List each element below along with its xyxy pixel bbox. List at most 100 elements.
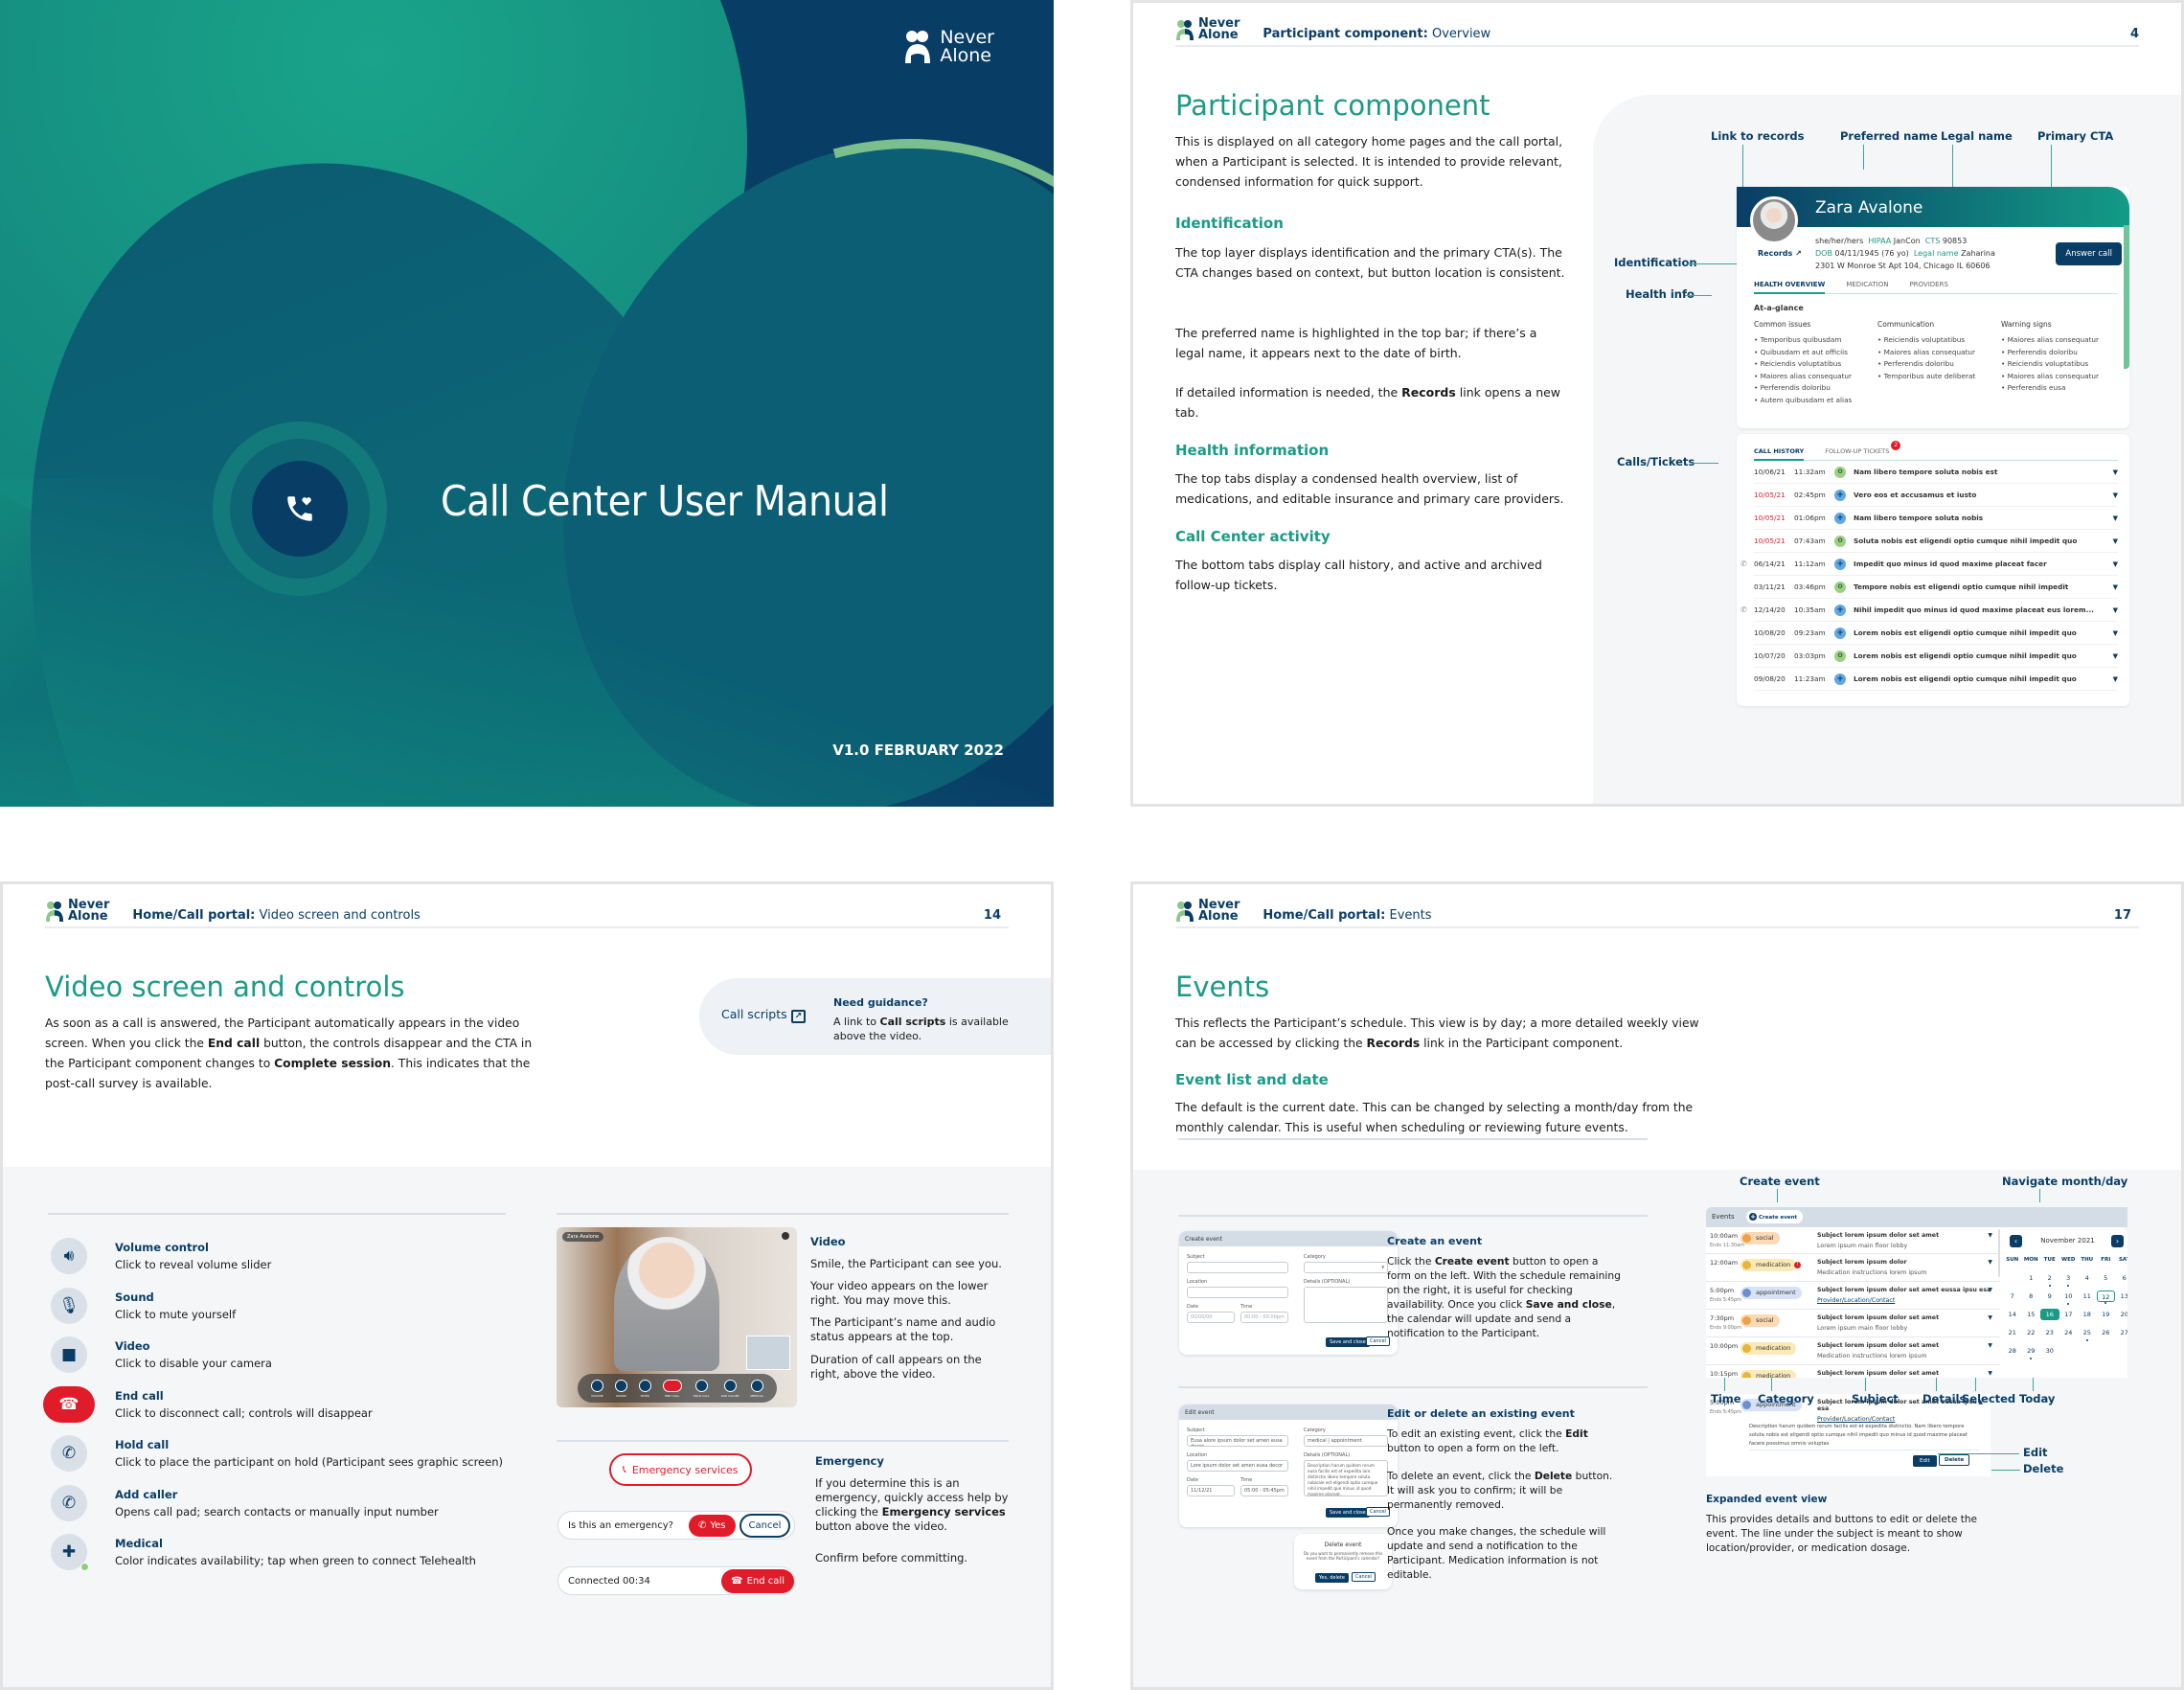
time-input[interactable]: 05:00 - 05:45pm — [1240, 1485, 1288, 1496]
calendar-day[interactable]: 25 — [2078, 1327, 2097, 1341]
chevron-down-icon[interactable]: ▼ — [1988, 1342, 1992, 1349]
chevron-down-icon[interactable]: ▼ — [2104, 606, 2118, 614]
history-row[interactable]: 03/11/21 03:46pm O Tempore nobis est eligen… — [1754, 576, 2118, 599]
calendar-day[interactable]: 11 — [2078, 1290, 2097, 1302]
calendar-day[interactable]: 4 — [2078, 1272, 2097, 1284]
tab-health-overview[interactable]: HEALTH OVERVIEW — [1754, 281, 1826, 294]
chevron-down-icon[interactable]: ▼ — [2104, 491, 2118, 499]
video-camera-icon[interactable]: ■ — [51, 1336, 87, 1373]
calendar-day[interactable]: 30 — [2040, 1345, 2059, 1357]
video-bar-control[interactable]: SOUND — [614, 1379, 627, 1398]
details-textarea[interactable]: Description harum quidem rerum eusa faci… — [1304, 1460, 1388, 1496]
calendar-day[interactable]: 14 — [2003, 1309, 2022, 1320]
video-bar-control[interactable]: VOLUME — [590, 1379, 603, 1398]
save-and-close-button[interactable]: Save and close — [1326, 1337, 1370, 1347]
calendar-day[interactable]: 6 — [2115, 1272, 2127, 1284]
chevron-down-icon[interactable]: ▼ — [1988, 1232, 1992, 1239]
create-event-button[interactable]: + Create event — [1746, 1210, 1804, 1223]
location-input[interactable]: Lore ipsum dolor set amen eusa decor — [1187, 1460, 1288, 1472]
delete-button[interactable]: Delete — [1939, 1454, 1970, 1466]
calendar-day[interactable]: 24 — [2059, 1327, 2079, 1338]
tab-providers[interactable]: PROVIDERS — [1909, 281, 1947, 288]
category-select[interactable]: medical | appointment — [1304, 1435, 1388, 1447]
chevron-down-icon[interactable]: ▼ — [1988, 1370, 1992, 1377]
time-input[interactable]: 00:00 - 00:00pm — [1240, 1312, 1288, 1323]
calendar-day[interactable]: 17 — [2059, 1309, 2079, 1320]
subject-input[interactable]: Eusa alore ipsum dolor set amen eusa dec… — [1187, 1435, 1288, 1447]
date-input[interactable]: 00/00/00 — [1187, 1312, 1235, 1323]
calendar-day[interactable]: 28 — [2003, 1345, 2022, 1357]
details-textarea[interactable] — [1304, 1287, 1388, 1323]
next-month-button[interactable]: › — [2111, 1235, 2124, 1247]
calendar-day-today[interactable]: 12 — [2096, 1290, 2115, 1304]
medical-icon[interactable]: ✚ — [51, 1534, 89, 1571]
calendar-day[interactable]: 22 — [2022, 1327, 2041, 1338]
save-and-close-button[interactable]: Save and close — [1326, 1508, 1370, 1518]
chevron-down-icon[interactable]: ▼ — [2104, 583, 2118, 591]
calendar-day[interactable]: 3 — [2059, 1272, 2079, 1287]
calendar-day[interactable]: 1 — [2022, 1272, 2041, 1284]
chevron-down-icon[interactable]: ▼ — [2104, 560, 2118, 568]
event-row[interactable]: 10:15pm medication Subject lorem ipsum dol… — [1706, 1365, 2000, 1378]
tab-medication[interactable]: MEDICATION — [1846, 281, 1888, 288]
microphone-icon[interactable]: 🎙︎ — [51, 1287, 87, 1324]
location-input[interactable] — [1187, 1287, 1288, 1298]
chevron-down-icon[interactable]: ▼ — [1988, 1259, 1992, 1266]
calendar-day[interactable]: 19 — [2097, 1309, 2116, 1320]
event-row[interactable]: 12:00am medication! Subject lorem ipsum do… — [1706, 1254, 2000, 1282]
category-select[interactable]: ▾ — [1304, 1262, 1388, 1273]
chevron-down-icon[interactable]: ▼ — [2104, 468, 2118, 476]
provider-link[interactable]: Provider/Location/Contact — [1817, 1297, 1991, 1304]
video-bar-control[interactable]: END CALL — [662, 1379, 682, 1398]
calendar-day[interactable]: 9 — [2040, 1290, 2059, 1302]
calendar-day-selected[interactable]: 16 — [2040, 1309, 2059, 1323]
cancel-button[interactable]: Cancel — [1352, 1572, 1376, 1582]
calendar-day[interactable]: 18 — [2078, 1309, 2097, 1320]
yes-button[interactable]: ✆ Yes — [688, 1514, 736, 1537]
history-row[interactable]: 10/06/21 11:32am O Nam libero tempore solut… — [1754, 461, 2118, 484]
tab-follow-up-tickets[interactable]: FOLLOW-UP TICKETS 2 — [1825, 441, 1901, 455]
calendar-day[interactable]: 20 — [2115, 1309, 2127, 1320]
end-call-icon[interactable]: ☎ — [43, 1385, 95, 1423]
call-scripts-link[interactable]: Call scripts ↗ — [721, 1007, 807, 1023]
video-bar-control[interactable]: HOLD CALL — [694, 1379, 710, 1398]
event-row[interactable]: 10:00pm medication Subject lorem ipsum dol… — [1706, 1337, 2000, 1365]
history-row[interactable]: 10/08/20 09:23am + Lorem nobis est eligendi… — [1754, 622, 2118, 645]
calendar-day[interactable]: 13 — [2115, 1290, 2127, 1302]
chevron-down-icon[interactable]: ▼ — [2104, 652, 2118, 660]
calendar-day[interactable]: 8 — [2022, 1290, 2041, 1302]
subject-input[interactable] — [1187, 1262, 1288, 1273]
add-caller-icon[interactable]: ✆ — [51, 1484, 87, 1521]
video-bar-control[interactable]: ADD CALLER — [721, 1379, 739, 1398]
volume-icon[interactable]: 🔊︎ — [51, 1238, 87, 1274]
calendar-day[interactable]: 26 — [2097, 1327, 2116, 1338]
video-bar-control[interactable]: VIDEO — [638, 1379, 651, 1398]
cancel-button[interactable]: Cancel — [739, 1513, 791, 1538]
calendar-day[interactable]: 29 — [2022, 1345, 2041, 1359]
calendar-day[interactable]: 27 — [2115, 1327, 2127, 1338]
chevron-down-icon[interactable]: ▼ — [2104, 629, 2118, 637]
calendar-day[interactable]: 21 — [2003, 1327, 2022, 1338]
emergency-services-button[interactable]: 📞︎ Emergency services — [609, 1453, 752, 1486]
edit-button[interactable]: Edit — [1913, 1455, 1937, 1467]
calendar-day[interactable]: 7 — [2003, 1290, 2022, 1302]
chevron-down-icon[interactable]: ▼ — [2104, 675, 2118, 683]
yes-delete-button[interactable]: Yes, delete — [1315, 1573, 1350, 1583]
history-row[interactable]: 10/05/21 01:06pm + Nam libero tempore solut… — [1754, 507, 2118, 530]
video-bar-control[interactable]: MEDICAL — [751, 1379, 763, 1398]
calendar-day[interactable]: 2 — [2040, 1272, 2059, 1287]
records-link[interactable]: Records ↗ — [1758, 249, 1802, 258]
end-call-button[interactable]: ☎ End call — [721, 1568, 794, 1593]
event-row[interactable]: 10:00am Ends 11:30am social Subject lorem i… — [1706, 1227, 2000, 1254]
history-row[interactable]: 09/08/20 11:23am + Lorem nobis est eligendi… — [1754, 668, 2118, 691]
answer-call-button[interactable]: Answer call — [2056, 242, 2122, 265]
event-row[interactable]: 7:30pm Ends 9:00pm social Subject lorem ips… — [1706, 1310, 2000, 1337]
scrollbar[interactable] — [1998, 1229, 2000, 1277]
history-row[interactable]: 10/05/21 02:45pm + Vero eos et accusamus et… — [1754, 484, 2118, 507]
history-row[interactable]: 10/07/20 03:03pm O Lorem nobis est eligendi… — [1754, 645, 2118, 668]
provider-link[interactable]: Provider/Location/Contact — [1817, 1416, 1991, 1423]
chevron-down-icon[interactable]: ▼ — [1988, 1314, 1992, 1321]
chevron-down-icon[interactable]: ▼ — [2104, 514, 2118, 522]
chevron-down-icon[interactable]: ▼ — [2104, 537, 2118, 545]
tab-call-history[interactable]: CALL HISTORY — [1754, 447, 1805, 461]
